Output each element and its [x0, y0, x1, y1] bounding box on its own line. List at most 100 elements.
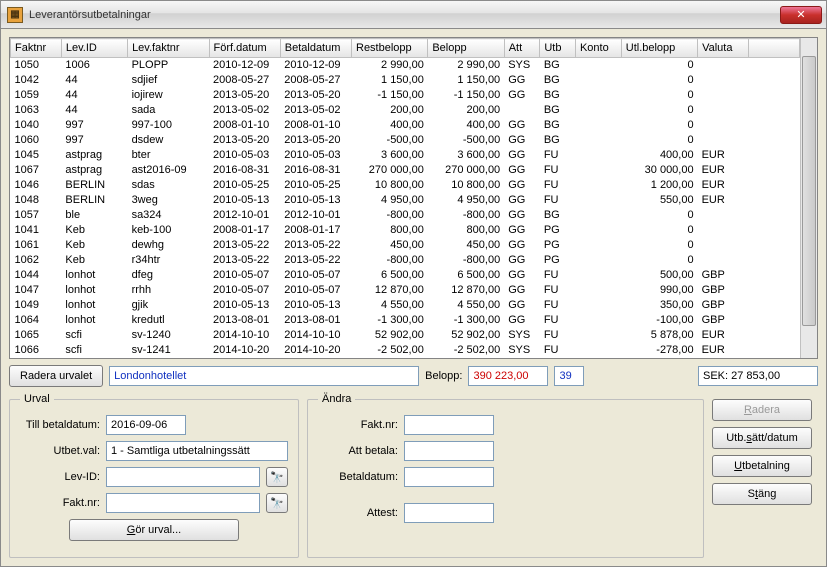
- selection-name-field[interactable]: [109, 366, 419, 386]
- column-header[interactable]: Att: [504, 39, 540, 58]
- table-row[interactable]: 1067astpragast2016-092016-08-312016-08-3…: [11, 163, 800, 178]
- table-row[interactable]: 1060997dsdew2013-05-202013-05-20-500,00-…: [11, 133, 800, 148]
- lev-id-lookup-button[interactable]: 🔭: [266, 467, 288, 487]
- gor-urval-button[interactable]: Gör urval...: [69, 519, 239, 541]
- radera-button[interactable]: Radera: [712, 399, 812, 421]
- utbetalning-button[interactable]: Utbetalning: [712, 455, 812, 477]
- table-cell: [575, 328, 621, 343]
- column-header[interactable]: Betaldatum: [280, 39, 351, 58]
- table-row[interactable]: 104244sdjief2008-05-272008-05-271 150,00…: [11, 73, 800, 88]
- delete-selection-button[interactable]: Radera urvalet: [9, 365, 103, 387]
- table-cell: FU: [540, 313, 576, 328]
- table-cell: GG: [504, 118, 540, 133]
- table-cell: [698, 73, 749, 88]
- table-row[interactable]: 1066scfisv-12412014-10-202014-10-20-2 50…: [11, 343, 800, 358]
- data-grid[interactable]: FaktnrLev.IDLev.faktnrFörf.datumBetaldat…: [9, 37, 818, 359]
- table-cell: 2013-05-20: [209, 88, 280, 103]
- column-header[interactable]: Lev.faktnr: [128, 39, 209, 58]
- table-cell: GG: [504, 133, 540, 148]
- table-row[interactable]: 1062Kebr34htr2013-05-222013-05-22-800,00…: [11, 253, 800, 268]
- fakt-nr-field[interactable]: [106, 493, 260, 513]
- table-cell: 800,00: [428, 223, 504, 238]
- column-header[interactable]: Valuta: [698, 39, 749, 58]
- table-cell: 1006: [61, 58, 127, 73]
- column-header[interactable]: Restbelopp: [352, 39, 428, 58]
- table-row[interactable]: 105944iojirew2013-05-202013-05-20-1 150,…: [11, 88, 800, 103]
- table-row[interactable]: 1047lonhotrrhh2010-05-072010-05-0712 870…: [11, 283, 800, 298]
- attest-field[interactable]: [404, 503, 494, 523]
- table-row[interactable]: 1017sksk-2141998-08-031998-08-032 000,00…: [11, 358, 800, 359]
- table-row[interactable]: 1061Kebdewhg2013-05-222013-05-22450,0045…: [11, 238, 800, 253]
- andra-panel: Ändra Fakt.nr: Att betala: Betaldatum: A…: [307, 393, 704, 558]
- table-cell: EUR: [698, 343, 749, 358]
- table-cell: -278,00: [621, 343, 697, 358]
- fakt-nr-lookup-button[interactable]: 🔭: [266, 493, 288, 513]
- table-cell: [575, 343, 621, 358]
- column-header[interactable]: Faktnr: [11, 39, 62, 58]
- column-header[interactable]: Utb: [540, 39, 576, 58]
- table-cell: BG: [540, 118, 576, 133]
- table-cell: FU: [540, 298, 576, 313]
- table-row[interactable]: 1045astpragbter2010-05-032010-05-033 600…: [11, 148, 800, 163]
- utb-satt-datum-button[interactable]: Utb.sätt/datum: [712, 427, 812, 449]
- table-cell: SYS: [504, 58, 540, 73]
- table-cell: GG: [504, 148, 540, 163]
- gor-urval-label: ör urval...: [135, 524, 181, 536]
- table-cell: astprag: [61, 163, 127, 178]
- table-cell: lonhot: [61, 268, 127, 283]
- table-row[interactable]: 10501006PLOPP2010-12-092010-12-092 990,0…: [11, 58, 800, 73]
- table-cell: -1 300,00: [428, 313, 504, 328]
- scrollbar-thumb[interactable]: [802, 56, 816, 326]
- stang-button[interactable]: Stäng: [712, 483, 812, 505]
- summary-row: Radera urvalet Belopp:: [9, 365, 818, 387]
- table-row[interactable]: 1041Kebkeb-1002008-01-172008-01-17800,00…: [11, 223, 800, 238]
- table-cell: 0: [621, 238, 697, 253]
- table-cell: GG: [504, 283, 540, 298]
- table-cell: 2010-05-13: [209, 193, 280, 208]
- column-header[interactable]: Belopp: [428, 39, 504, 58]
- table-cell: sa324: [128, 208, 209, 223]
- table-cell: EUR: [698, 178, 749, 193]
- column-header[interactable]: Lev.ID: [61, 39, 127, 58]
- close-button[interactable]: ✕: [780, 6, 822, 24]
- till-betaldatum-field[interactable]: [106, 415, 186, 435]
- table-cell: sv-1240: [128, 328, 209, 343]
- andra-faktnr-field[interactable]: [404, 415, 494, 435]
- vertical-scrollbar[interactable]: [800, 38, 817, 358]
- table-row[interactable]: 1049lonhotgjik2010-05-132010-05-134 550,…: [11, 298, 800, 313]
- column-header[interactable]: Förf.datum: [209, 39, 280, 58]
- column-header[interactable]: Utl.belopp: [621, 39, 697, 58]
- betaldatum-field[interactable]: [404, 467, 494, 487]
- table-cell: Keb: [61, 238, 127, 253]
- utbet-val-label: Utbet.val:: [20, 445, 100, 457]
- client-area: FaktnrLev.IDLev.faktnrFörf.datumBetaldat…: [1, 29, 826, 566]
- table-cell: BG: [540, 88, 576, 103]
- table-cell: [575, 223, 621, 238]
- table-cell: BG: [540, 208, 576, 223]
- table-cell: 2010-05-07: [209, 283, 280, 298]
- utbet-val-field[interactable]: [106, 441, 288, 461]
- table-cell: FU: [540, 163, 576, 178]
- table-row[interactable]: 1044lonhotdfeg2010-05-072010-05-076 500,…: [11, 268, 800, 283]
- table-cell: [575, 178, 621, 193]
- column-header-spacer: [748, 39, 799, 58]
- table-row[interactable]: 106344sada2013-05-022013-05-02200,00200,…: [11, 103, 800, 118]
- table-cell: [575, 253, 621, 268]
- table-cell: 10 800,00: [428, 178, 504, 193]
- table-cell: GG: [504, 253, 540, 268]
- lev-id-field[interactable]: [106, 467, 260, 487]
- table-cell: 0: [621, 88, 697, 103]
- att-betala-field[interactable]: [404, 441, 494, 461]
- table-row[interactable]: 1057blesa3242012-10-012012-10-01-800,00-…: [11, 208, 800, 223]
- table-row[interactable]: 1065scfisv-12402014-10-102014-10-1052 90…: [11, 328, 800, 343]
- table-row[interactable]: 1048BERLIN3weg2010-05-132010-05-134 950,…: [11, 193, 800, 208]
- table-row[interactable]: 1046BERLINsdas2010-05-252010-05-2510 800…: [11, 178, 800, 193]
- table-cell: 800,00: [352, 223, 428, 238]
- table-cell: 2010-05-25: [209, 178, 280, 193]
- table-cell: -800,00: [428, 208, 504, 223]
- table-cell: 2 000,00: [352, 358, 428, 359]
- table-row[interactable]: 1064lonhotkredutl2013-08-012013-08-01-1 …: [11, 313, 800, 328]
- table-cell: 1046: [11, 178, 62, 193]
- table-row[interactable]: 1040997997-1002008-01-102008-01-10400,00…: [11, 118, 800, 133]
- column-header[interactable]: Konto: [575, 39, 621, 58]
